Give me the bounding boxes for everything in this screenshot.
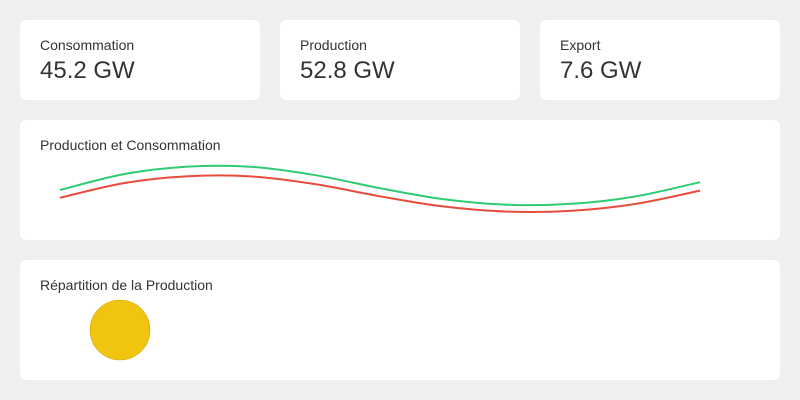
consumption-label: Consommation — [40, 37, 135, 53]
export-card: Export 7.6 GW — [540, 20, 780, 100]
pie-chart-title: Répartition de la Production — [40, 277, 213, 293]
production-card: Production 52.8 GW — [280, 20, 520, 100]
pie-chart-panel: Répartition de la Production — [20, 260, 780, 380]
consumption-card: Consommation 45.2 GW — [20, 20, 260, 100]
production-value: 52.8 GW — [300, 57, 395, 84]
pie-slice-1 — [89, 299, 151, 361]
series-line-1 — [59, 164, 701, 207]
consumption-value: 45.2 GW — [40, 57, 135, 84]
line-chart-panel: Production et Consommation — [20, 120, 780, 240]
line-chart-title: Production et Consommation — [40, 137, 221, 153]
series-line-2 — [59, 174, 701, 213]
export-label: Export — [560, 37, 601, 53]
production-label: Production — [300, 37, 367, 53]
export-value: 7.6 GW — [560, 57, 642, 84]
